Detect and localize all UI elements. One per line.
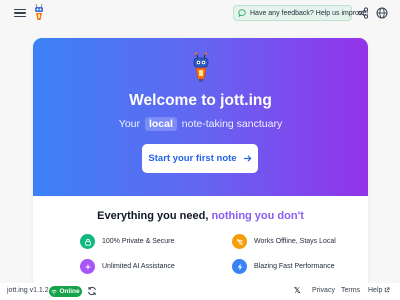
feature-label: Blazing Fast Performance [254, 263, 335, 270]
x-social-icon[interactable]: 𝕏 [294, 286, 303, 296]
feature-label: Works Offline, Stays Local [254, 238, 336, 245]
hero-subtitle-prefix: Your [118, 118, 141, 130]
globe-icon[interactable] [376, 7, 388, 19]
online-status-badge: Online [49, 286, 82, 297]
wifi-off-icon [232, 234, 247, 249]
hero-title: Welcome to jott.ing [129, 92, 272, 109]
lock-icon [80, 234, 95, 249]
welcome-card: Welcome to jott.ing Your local note-taki… [33, 38, 368, 288]
lightning-icon [232, 259, 247, 274]
feature-offline-local: Works Offline, Stays Local [232, 234, 336, 249]
mascot-robot-icon [193, 52, 209, 82]
help-link[interactable]: Help [368, 287, 390, 294]
online-status-label: Online [59, 288, 80, 295]
hero-banner: Welcome to jott.ing Your local note-taki… [33, 38, 368, 196]
feature-label: 100% Private & Secure [102, 238, 175, 245]
start-first-note-button[interactable]: Start your first note [142, 144, 258, 173]
sync-icon[interactable] [87, 286, 97, 296]
privacy-link[interactable]: Privacy [312, 287, 335, 294]
features-heading-accent: nothing you don't [211, 210, 304, 222]
feature-label: Unlimited AI Assistance [102, 263, 175, 270]
version-label: jott.ing v1.1.2 [7, 287, 49, 294]
footer: jott.ing v1.1.2 Online 𝕏 Privacy Terms H… [0, 283, 400, 300]
hero-subtitle: Your local note-taking sanctuary [33, 117, 368, 131]
cta-label: Start your first note [148, 153, 237, 164]
feedback-button[interactable]: Have any feedback? Help us improve! [233, 5, 368, 21]
top-bar: Have any feedback? Help us improve! [0, 0, 400, 26]
local-highlight: local [144, 117, 177, 131]
features-heading-main: Everything you need, [97, 210, 209, 222]
feature-private-secure: 100% Private & Secure [80, 234, 174, 249]
jotting-logo-icon[interactable] [32, 3, 46, 23]
external-link-icon [385, 287, 390, 293]
hero-subtitle-suffix: note-taking sanctuary [181, 118, 283, 130]
chat-bubble-icon [238, 9, 246, 17]
arrow-right-icon [243, 155, 252, 162]
menu-icon[interactable] [14, 7, 26, 19]
share-icon[interactable] [357, 7, 369, 19]
sparkles-icon [80, 259, 95, 274]
wifi-icon [51, 289, 58, 294]
features-heading: Everything you need, nothing you don't [33, 210, 368, 222]
terms-link[interactable]: Terms [341, 287, 360, 294]
feedback-label: Have any feedback? Help us improve! [250, 9, 369, 17]
feature-ai-assistance: Unlimited AI Assistance [80, 259, 175, 274]
feature-fast-performance: Blazing Fast Performance [232, 259, 335, 274]
help-label: Help [368, 287, 383, 294]
